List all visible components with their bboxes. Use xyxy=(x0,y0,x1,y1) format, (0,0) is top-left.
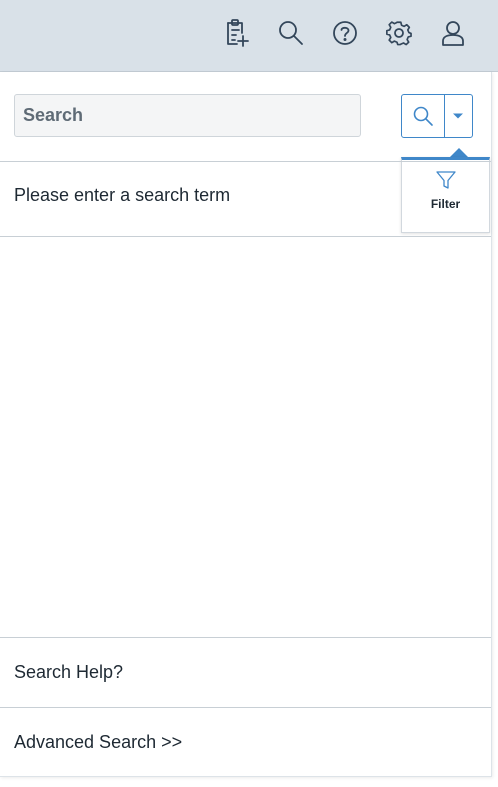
help-icon[interactable] xyxy=(329,16,361,50)
divider xyxy=(0,161,491,162)
advanced-search-link[interactable]: Advanced Search >> xyxy=(14,732,182,753)
gear-icon[interactable] xyxy=(383,16,415,50)
search-help-link[interactable]: Search Help? xyxy=(14,662,123,683)
user-icon[interactable] xyxy=(437,16,469,50)
divider xyxy=(0,637,491,638)
chevron-down-icon xyxy=(453,113,464,119)
search-icon xyxy=(413,106,433,126)
search-split-button xyxy=(401,94,473,138)
top-toolbar xyxy=(0,0,498,72)
search-submit-button[interactable] xyxy=(402,95,445,137)
divider xyxy=(0,707,491,708)
divider xyxy=(0,236,491,237)
new-record-icon[interactable] xyxy=(221,16,253,50)
search-options-dropdown[interactable] xyxy=(445,95,472,137)
search-panel: Filter Please enter a search term Search… xyxy=(0,72,492,777)
filter-option[interactable]: Filter xyxy=(401,157,490,233)
empty-results-message: Please enter a search term xyxy=(14,185,231,205)
filter-icon xyxy=(435,171,456,189)
search-input[interactable] xyxy=(14,94,361,137)
filter-label: Filter xyxy=(430,197,461,211)
search-icon[interactable] xyxy=(275,16,307,50)
